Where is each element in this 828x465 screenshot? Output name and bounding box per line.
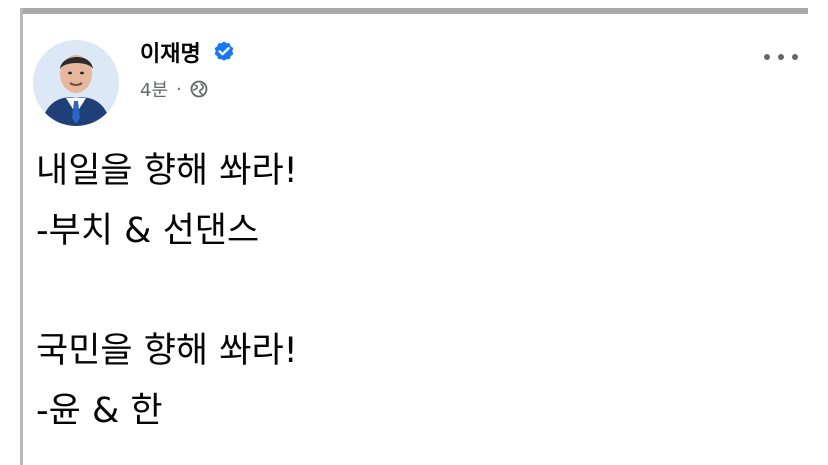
post-text-line: 국민을 향해 쏴라!: [36, 331, 298, 371]
verified-badge-icon: [214, 41, 234, 61]
profile-avatar[interactable]: [33, 40, 119, 126]
post-meta: 4분 ·: [140, 76, 236, 102]
post-text-gap: [36, 261, 796, 321]
more-options-icon[interactable]: [764, 48, 798, 66]
avatar-portrait-icon: [33, 40, 119, 126]
more-dot: [792, 54, 798, 60]
screenshot-frame: 이재명 4분 · 내일을 향해 쏴라! -부치 & 선댄스 국민을 향해 쏴라!…: [0, 0, 828, 465]
post-header: 이재명 4분 ·: [23, 14, 808, 126]
author-name[interactable]: 이재명: [140, 36, 201, 68]
author-info: 이재명 4분 ·: [140, 36, 236, 102]
post-text-line: 내일을 향해 쏴라!: [36, 151, 298, 191]
post-timestamp[interactable]: 4분: [140, 76, 168, 102]
post-card: 이재명 4분 · 내일을 향해 쏴라! -부치 & 선댄스 국민을 향해 쏴라!…: [23, 14, 808, 465]
globe-icon[interactable]: [190, 80, 208, 98]
more-dot: [778, 54, 784, 60]
more-dot: [764, 54, 770, 60]
meta-separator: ·: [176, 78, 182, 100]
post-text-line: -윤 & 한: [36, 391, 163, 431]
post-body: 내일을 향해 쏴라! -부치 & 선댄스 국민을 향해 쏴라! -윤 & 한: [36, 141, 796, 441]
post-text-line: -부치 & 선댄스: [36, 211, 260, 251]
